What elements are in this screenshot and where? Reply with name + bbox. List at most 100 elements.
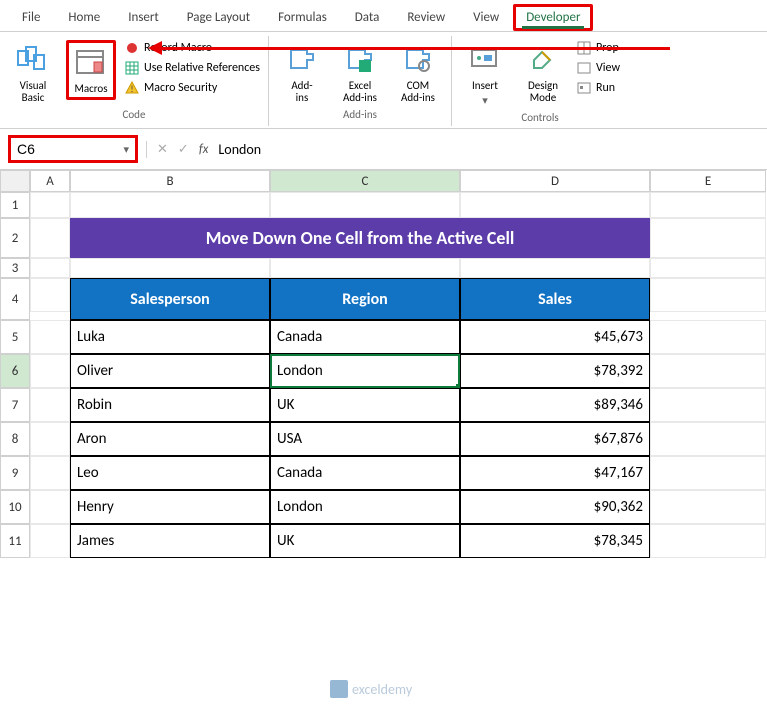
run-dialog-button[interactable]: Run [576, 80, 620, 96]
row-header[interactable]: 2 [0, 218, 30, 258]
svg-text:!: ! [131, 84, 134, 95]
cell-region[interactable]: London [270, 490, 460, 524]
cell[interactable] [650, 490, 766, 524]
name-box-input[interactable] [17, 141, 87, 157]
row-header[interactable]: 3 [0, 258, 30, 278]
tab-pagelayout[interactable]: Page Layout [173, 4, 264, 31]
cell-salesperson[interactable]: Aron [70, 422, 270, 456]
tab-home[interactable]: Home [54, 4, 114, 31]
cell-sales[interactable]: $89,346 [460, 388, 650, 422]
cell[interactable] [30, 278, 70, 312]
name-box[interactable]: ▾ [8, 135, 138, 163]
cell[interactable] [30, 258, 70, 278]
cell[interactable] [30, 524, 70, 558]
cell[interactable] [30, 354, 70, 388]
row-header[interactable]: 11 [0, 524, 30, 558]
col-header-c[interactable]: C [270, 170, 460, 192]
visual-basic-icon [15, 42, 51, 78]
cell-region[interactable]: UK [270, 524, 460, 558]
tab-formulas[interactable]: Formulas [264, 4, 341, 31]
cell[interactable] [70, 192, 270, 218]
row-header[interactable]: 8 [0, 422, 30, 456]
cell[interactable] [650, 388, 766, 422]
cell-region[interactable]: Canada [270, 456, 460, 490]
cell[interactable] [460, 192, 650, 218]
formula-bar[interactable]: ✕ ✓ fx London [146, 141, 759, 158]
cell[interactable] [650, 422, 766, 456]
cell[interactable] [270, 192, 460, 218]
row-header[interactable]: 10 [0, 490, 30, 524]
col-header-d[interactable]: D [460, 170, 650, 192]
cell-salesperson[interactable]: Leo [70, 456, 270, 490]
cell[interactable] [650, 192, 766, 218]
cell[interactable] [270, 258, 460, 278]
header-salesperson[interactable]: Salesperson [70, 278, 270, 320]
cell[interactable] [30, 490, 70, 524]
visual-basic-label: Visual Basic [20, 80, 47, 104]
row-header[interactable]: 7 [0, 388, 30, 422]
cell[interactable] [650, 456, 766, 490]
select-all-corner[interactable] [0, 170, 30, 192]
warning-icon: ! [124, 80, 140, 96]
cell[interactable] [30, 320, 70, 354]
cell-salesperson[interactable]: Luka [70, 320, 270, 354]
insert-control-button[interactable]: Insert ▾ [460, 40, 510, 109]
cell-sales[interactable]: $67,876 [460, 422, 650, 456]
cell-sales[interactable]: $45,673 [460, 320, 650, 354]
macro-security-button[interactable]: ! Macro Security [124, 80, 260, 96]
chevron-down-icon[interactable]: ▾ [123, 143, 129, 156]
row-header[interactable]: 9 [0, 456, 30, 490]
cell-salesperson[interactable]: James [70, 524, 270, 558]
cell[interactable] [650, 258, 766, 278]
row-header[interactable]: 5 [0, 320, 30, 354]
col-header-b[interactable]: B [70, 170, 270, 192]
relative-refs-button[interactable]: Use Relative References [124, 60, 260, 76]
cell[interactable] [30, 456, 70, 490]
row-header[interactable]: 1 [0, 192, 30, 218]
tab-developer[interactable]: Developer [513, 4, 593, 31]
cell[interactable] [30, 218, 70, 258]
tab-file[interactable]: File [8, 4, 54, 31]
cell-sales[interactable]: $78,345 [460, 524, 650, 558]
col-header-e[interactable]: E [650, 170, 766, 192]
cell-region[interactable]: Canada [270, 320, 460, 354]
cell-salesperson[interactable]: Robin [70, 388, 270, 422]
tab-review[interactable]: Review [393, 4, 459, 31]
row-header[interactable]: 6 [0, 354, 30, 388]
active-cell[interactable]: London [270, 354, 460, 388]
tab-data[interactable]: Data [341, 4, 394, 31]
worksheet-grid[interactable]: A B C D E 1 2 Move Down One Cell from the… [0, 170, 767, 558]
macros-button[interactable]: Macros [66, 40, 116, 100]
cell[interactable] [650, 278, 766, 312]
cell-sales[interactable]: $47,167 [460, 456, 650, 490]
cell[interactable] [460, 258, 650, 278]
accept-icon[interactable]: ✓ [178, 142, 189, 157]
cell[interactable] [30, 422, 70, 456]
visual-basic-button[interactable]: Visual Basic [8, 40, 58, 106]
cell[interactable] [30, 192, 70, 218]
cell-sales[interactable]: $78,392 [460, 354, 650, 388]
header-sales[interactable]: Sales [460, 278, 650, 320]
cell-sales[interactable]: $90,362 [460, 490, 650, 524]
cancel-icon[interactable]: ✕ [157, 142, 168, 157]
cell-salesperson[interactable]: Oliver [70, 354, 270, 388]
cell-salesperson[interactable]: Henry [70, 490, 270, 524]
cell[interactable] [650, 524, 766, 558]
formula-value[interactable]: London [218, 141, 261, 158]
tab-insert[interactable]: Insert [114, 4, 173, 31]
cell[interactable] [650, 354, 766, 388]
cell-region[interactable]: UK [270, 388, 460, 422]
cell[interactable] [70, 258, 270, 278]
tab-view[interactable]: View [459, 4, 513, 31]
cell-region[interactable]: USA [270, 422, 460, 456]
view-code-button[interactable]: View [576, 60, 620, 76]
cell[interactable] [30, 388, 70, 422]
row-header[interactable]: 4 [0, 278, 30, 320]
title-banner[interactable]: Move Down One Cell from the Active Cell [70, 218, 650, 258]
header-region[interactable]: Region [270, 278, 460, 320]
cell[interactable] [650, 320, 766, 354]
fx-icon[interactable]: fx [199, 142, 209, 157]
cell[interactable] [650, 218, 766, 258]
col-header-a[interactable]: A [30, 170, 70, 192]
chevron-down-icon: ▾ [482, 94, 488, 107]
